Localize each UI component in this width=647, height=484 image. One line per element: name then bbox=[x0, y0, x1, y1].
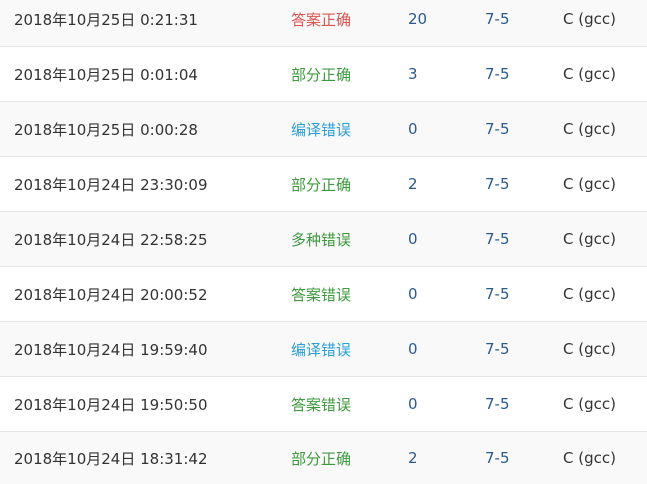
submission-language: C (gcc) bbox=[563, 10, 616, 28]
submission-score-link[interactable]: 0 bbox=[408, 377, 418, 431]
submission-score-link[interactable]: 0 bbox=[408, 102, 418, 156]
submission-status-link[interactable]: 部分正确 bbox=[291, 157, 351, 211]
submission-score-link[interactable]: 0 bbox=[408, 267, 418, 321]
table-row: 2018年10月24日 19:59:40 编译错误 0 7-5 C (gcc) bbox=[0, 322, 647, 377]
submission-language: C (gcc) bbox=[563, 230, 616, 248]
submission-time: 2018年10月24日 19:59:40 bbox=[14, 340, 208, 359]
problem-link[interactable]: 7-5 bbox=[485, 0, 510, 46]
submission-language: C (gcc) bbox=[563, 65, 616, 83]
problem-link[interactable]: 7-5 bbox=[485, 157, 510, 211]
submission-time: 2018年10月25日 0:21:31 bbox=[14, 10, 198, 29]
submission-status-link[interactable]: 多种错误 bbox=[291, 212, 351, 266]
table-row: 2018年10月24日 19:50:50 答案错误 0 7-5 C (gcc) bbox=[0, 377, 647, 432]
submission-time: 2018年10月24日 22:58:25 bbox=[14, 230, 208, 249]
submission-time: 2018年10月24日 20:00:52 bbox=[14, 285, 208, 304]
problem-link[interactable]: 7-5 bbox=[485, 212, 510, 266]
submission-score-link[interactable]: 3 bbox=[408, 47, 418, 101]
submission-score-link[interactable]: 0 bbox=[408, 322, 418, 376]
submission-time: 2018年10月25日 0:00:28 bbox=[14, 120, 198, 139]
table-row: 2018年10月24日 18:31:42 部分正确 2 7-5 C (gcc) bbox=[0, 432, 647, 484]
submission-time: 2018年10月25日 0:01:04 bbox=[14, 65, 198, 84]
problem-link[interactable]: 7-5 bbox=[485, 432, 510, 484]
submission-language: C (gcc) bbox=[563, 449, 616, 467]
submission-score-link[interactable]: 20 bbox=[408, 0, 427, 46]
submission-score-link[interactable]: 2 bbox=[408, 432, 418, 484]
submission-status-link[interactable]: 答案错误 bbox=[291, 377, 351, 431]
problem-link[interactable]: 7-5 bbox=[485, 267, 510, 321]
submission-score-link[interactable]: 2 bbox=[408, 157, 418, 211]
table-row: 2018年10月24日 22:58:25 多种错误 0 7-5 C (gcc) bbox=[0, 212, 647, 267]
submission-status-link[interactable]: 答案正确 bbox=[291, 0, 351, 46]
submission-status-link[interactable]: 答案错误 bbox=[291, 267, 351, 321]
problem-link[interactable]: 7-5 bbox=[485, 322, 510, 376]
table-row: 2018年10月24日 23:30:09 部分正确 2 7-5 C (gcc) bbox=[0, 157, 647, 212]
submissions-table: 2018年10月25日 0:21:31 答案正确 20 7-5 C (gcc) … bbox=[0, 0, 647, 484]
submission-time: 2018年10月24日 19:50:50 bbox=[14, 395, 208, 414]
problem-link[interactable]: 7-5 bbox=[485, 47, 510, 101]
table-row: 2018年10月24日 20:00:52 答案错误 0 7-5 C (gcc) bbox=[0, 267, 647, 322]
submission-language: C (gcc) bbox=[563, 285, 616, 303]
submission-language: C (gcc) bbox=[563, 395, 616, 413]
submission-time: 2018年10月24日 23:30:09 bbox=[14, 175, 208, 194]
submission-status-link[interactable]: 部分正确 bbox=[291, 47, 351, 101]
table-row: 2018年10月25日 0:21:31 答案正确 20 7-5 C (gcc) bbox=[0, 0, 647, 47]
submission-language: C (gcc) bbox=[563, 175, 616, 193]
submission-language: C (gcc) bbox=[563, 340, 616, 358]
table-row: 2018年10月25日 0:00:28 编译错误 0 7-5 C (gcc) bbox=[0, 102, 647, 157]
submission-score-link[interactable]: 0 bbox=[408, 212, 418, 266]
table-row: 2018年10月25日 0:01:04 部分正确 3 7-5 C (gcc) bbox=[0, 47, 647, 102]
problem-link[interactable]: 7-5 bbox=[485, 102, 510, 156]
problem-link[interactable]: 7-5 bbox=[485, 377, 510, 431]
submission-status-link[interactable]: 编译错误 bbox=[291, 102, 351, 156]
submission-status-link[interactable]: 编译错误 bbox=[291, 322, 351, 376]
submission-language: C (gcc) bbox=[563, 120, 616, 138]
submission-time: 2018年10月24日 18:31:42 bbox=[14, 449, 208, 468]
submission-status-link[interactable]: 部分正确 bbox=[291, 432, 351, 484]
